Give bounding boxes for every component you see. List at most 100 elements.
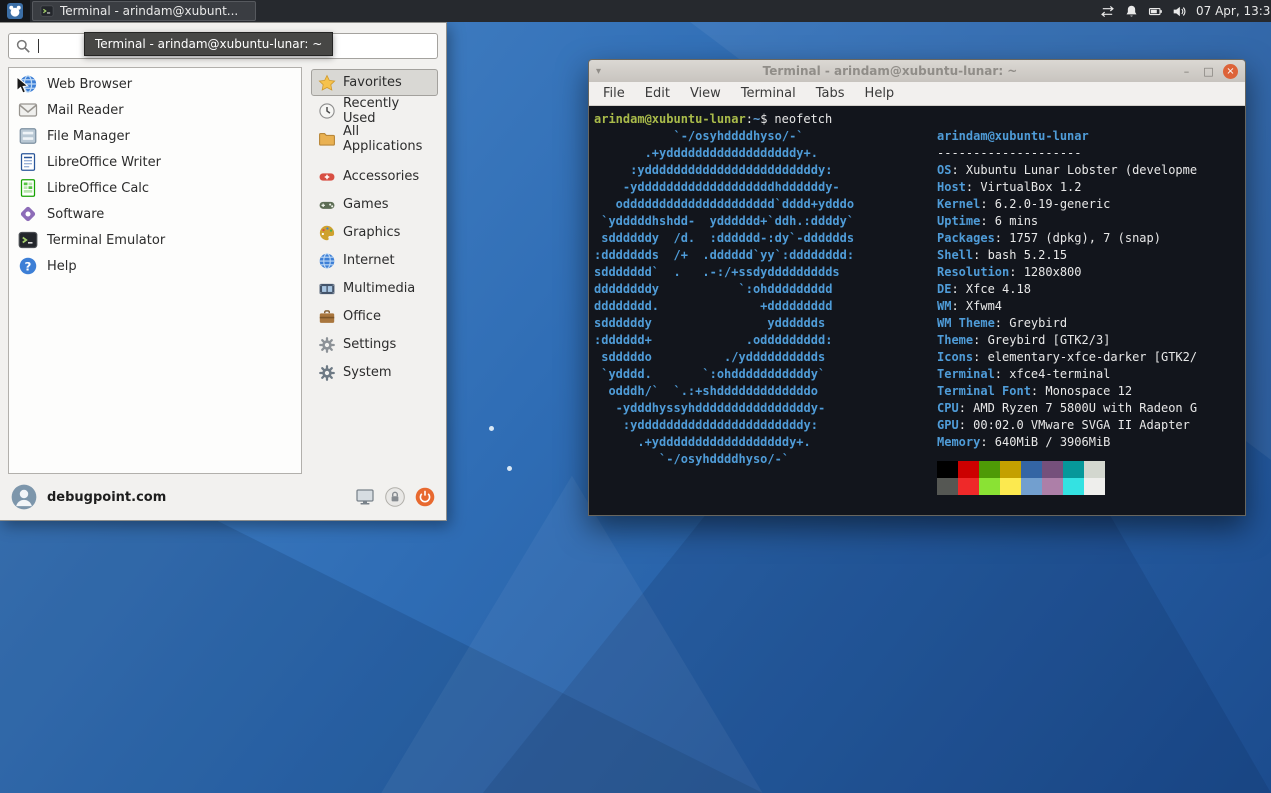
- terminal-body[interactable]: arindam@xubuntu-lunar:~$neofetch `-/osyh…: [589, 106, 1245, 515]
- neofetch-info-line: WM Theme: Greybird: [937, 315, 1243, 332]
- neofetch-info-line: DE: Xfce 4.18: [937, 281, 1243, 298]
- category-label: Games: [343, 197, 388, 212]
- window-title: Terminal - arindam@xubuntu-lunar: ~: [607, 64, 1173, 78]
- app-item-label: Mail Reader: [47, 103, 124, 118]
- search-icon: [15, 38, 31, 54]
- top-panel: Terminal - arindam@xubunt... 07 Apr, 13:…: [0, 0, 1271, 22]
- terminal-emulator-icon: [18, 230, 38, 250]
- category-all-applications[interactable]: All Applications: [311, 125, 438, 152]
- neofetch-info-line: Terminal Font: Monospace 12: [937, 383, 1243, 400]
- palette-color: [979, 461, 1000, 478]
- help-icon: ?: [18, 256, 38, 276]
- terminal-menu-edit[interactable]: Edit: [635, 84, 680, 103]
- mail-reader-icon: [18, 100, 38, 120]
- software-icon: [18, 204, 38, 224]
- games-icon: [318, 196, 336, 214]
- all-applications-icon: [318, 130, 336, 148]
- app-item-label: Help: [47, 259, 77, 274]
- category-label: Favorites: [343, 75, 402, 90]
- app-item-mail-reader[interactable]: Mail Reader: [12, 97, 298, 123]
- window-menu-icon[interactable]: ▾: [596, 66, 601, 77]
- category-games[interactable]: Games: [311, 191, 438, 218]
- file-manager-icon: [18, 126, 38, 146]
- app-item-libreoffice-writer[interactable]: LibreOffice Writer: [12, 149, 298, 175]
- category-label: Accessories: [343, 169, 419, 184]
- neofetch-palette: [937, 461, 1243, 495]
- terminal-menu-help[interactable]: Help: [855, 84, 905, 103]
- network-icon[interactable]: [1100, 4, 1115, 19]
- svg-text:?: ?: [25, 259, 32, 273]
- palette-color: [1021, 461, 1042, 478]
- neofetch-info-line: Uptime: 6 mins: [937, 213, 1243, 230]
- palette-color: [979, 478, 1000, 495]
- category-multimedia[interactable]: Multimedia: [311, 275, 438, 302]
- prompt-separator: :: [746, 112, 753, 126]
- category-accessories[interactable]: Accessories: [311, 163, 438, 190]
- system-icon: [318, 364, 336, 382]
- category-separator: [311, 153, 438, 163]
- footer-buttons: [355, 487, 435, 507]
- prompt-command: neofetch: [767, 112, 832, 126]
- category-system[interactable]: System: [311, 359, 438, 386]
- app-item-software[interactable]: Software: [12, 201, 298, 227]
- menu-footer: debugpoint.com: [0, 474, 446, 520]
- app-item-terminal-emulator[interactable]: Terminal Emulator: [12, 227, 298, 253]
- neofetch-info: arindam@xubuntu-lunar-------------------…: [937, 128, 1243, 451]
- prompt-line: arindam@xubuntu-lunar:~$neofetch: [594, 111, 1243, 128]
- accessories-icon: [318, 168, 336, 186]
- terminal-menu-terminal[interactable]: Terminal: [731, 84, 806, 103]
- taskbar-window-button[interactable]: Terminal - arindam@xubunt...: [32, 1, 256, 21]
- category-label: System: [343, 365, 391, 380]
- palette-color: [1063, 461, 1084, 478]
- category-recently-used[interactable]: Recently Used: [311, 97, 438, 124]
- window-controls: –□ ×: [1179, 64, 1238, 79]
- palette-color: [958, 461, 979, 478]
- terminal-menu-file[interactable]: File: [593, 84, 635, 103]
- app-item-libreoffice-calc[interactable]: LibreOffice Calc: [12, 175, 298, 201]
- category-office[interactable]: Office: [311, 303, 438, 330]
- neofetch-info-line: Resolution: 1280x800: [937, 264, 1243, 281]
- battery-icon[interactable]: [1148, 4, 1163, 19]
- notification-bell-icon[interactable]: [1124, 4, 1139, 19]
- clock[interactable]: 07 Apr, 13:31: [1196, 4, 1271, 18]
- terminal-menu-tabs[interactable]: Tabs: [806, 84, 855, 103]
- menu-body: Web BrowserMail ReaderFile ManagerLibreO…: [0, 67, 446, 474]
- log-out-button[interactable]: [415, 487, 435, 507]
- neofetch-info-column: arindam@xubuntu-lunar-------------------…: [937, 128, 1243, 495]
- neofetch-info-line: Kernel: 6.2.0-19-generic: [937, 196, 1243, 213]
- neofetch-output: `-/osyhddddhyso/-` .+ydddddddddddddddddd…: [594, 128, 1243, 495]
- all-settings-button[interactable]: [355, 487, 375, 507]
- palette-row: [937, 478, 1243, 495]
- palette-color: [1021, 478, 1042, 495]
- close-button[interactable]: ×: [1223, 64, 1238, 79]
- palette-color: [1042, 461, 1063, 478]
- neofetch-info-line: GPU: 00:02.0 VMware SVGA II Adapter: [937, 417, 1243, 434]
- maximize-button[interactable]: □: [1201, 64, 1216, 79]
- neofetch-info-line: Host: VirtualBox 1.2: [937, 179, 1243, 196]
- taskbar-window-title: Terminal - arindam@xubunt...: [60, 4, 238, 18]
- category-settings[interactable]: Settings: [311, 331, 438, 358]
- volume-icon[interactable]: [1172, 4, 1187, 19]
- wallpaper-facet: [381, 476, 762, 793]
- lock-screen-button[interactable]: [385, 487, 405, 507]
- app-item-label: LibreOffice Calc: [47, 181, 149, 196]
- terminal-menu-view[interactable]: View: [680, 84, 731, 103]
- category-internet[interactable]: Internet: [311, 247, 438, 274]
- category-label: Settings: [343, 337, 396, 352]
- app-item-file-manager[interactable]: File Manager: [12, 123, 298, 149]
- wallpaper-dot: [507, 466, 512, 471]
- app-item-web-browser[interactable]: Web Browser: [12, 71, 298, 97]
- minimize-button[interactable]: –: [1179, 64, 1194, 79]
- user-avatar-icon: [11, 484, 37, 510]
- xfce-menu-icon: [7, 3, 23, 19]
- category-graphics[interactable]: Graphics: [311, 219, 438, 246]
- titlebar[interactable]: ▾ Terminal - arindam@xubuntu-lunar: ~ –□…: [589, 60, 1245, 82]
- neofetch-info-line: Terminal: xfce4-terminal: [937, 366, 1243, 383]
- app-item-help[interactable]: ? Help: [12, 253, 298, 279]
- palette-color: [1084, 461, 1105, 478]
- neofetch-info-line: Icons: elementary-xfce-darker [GTK2/: [937, 349, 1243, 366]
- category-label: Internet: [343, 253, 395, 268]
- tray-icons: [1100, 4, 1187, 19]
- applications-menu-button[interactable]: [0, 0, 30, 22]
- category-favorites[interactable]: Favorites: [311, 69, 438, 96]
